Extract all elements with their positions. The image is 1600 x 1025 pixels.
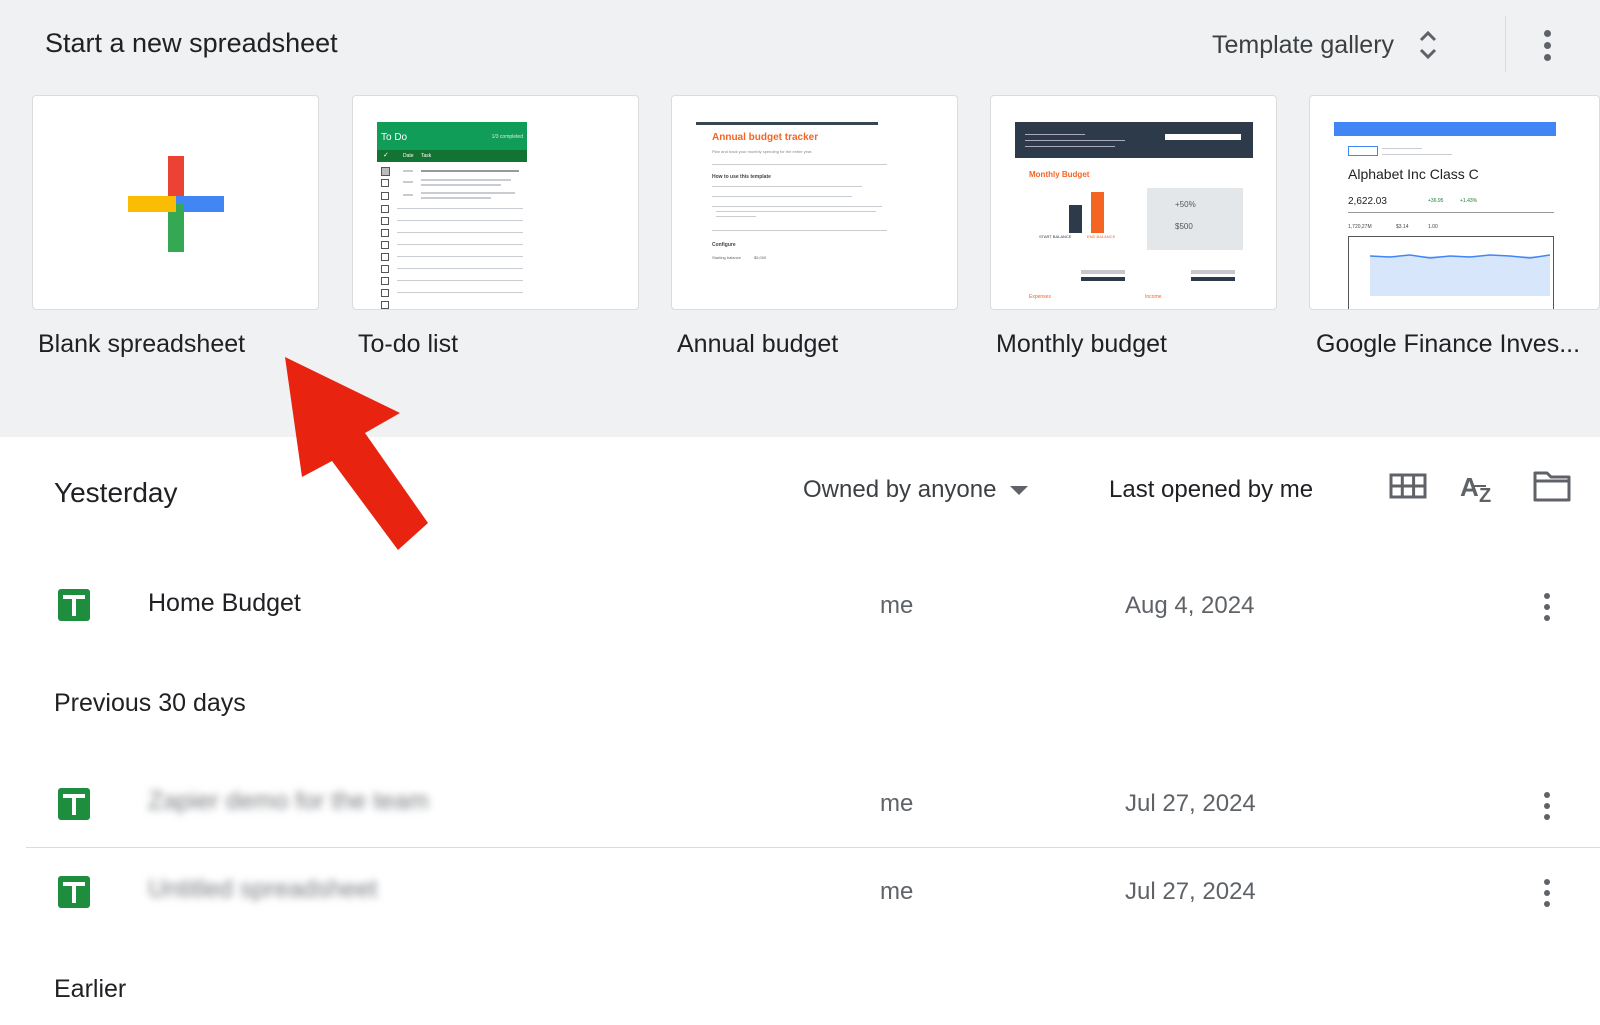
- template-label-blank[interactable]: Blank spreadsheet: [38, 330, 245, 359]
- template-gallery-label: Template gallery: [1212, 30, 1395, 59]
- file-owner: me: [880, 790, 914, 817]
- todo-thumb-title: To Do: [381, 132, 408, 143]
- finance-thumbnail: Alphabet Inc Class C 2,622.03 +36.95 +1.…: [1334, 122, 1556, 309]
- file-date: Aug 4, 2024: [1125, 592, 1255, 619]
- template-card-todo[interactable]: To Do 1/3 completed ✓ Date Task: [352, 95, 639, 310]
- annual-thumb-title: Annual budget tracker: [712, 132, 819, 143]
- grid-view-icon[interactable]: [1388, 466, 1428, 506]
- template-gallery-section: Start a new spreadsheet Template gallery…: [0, 0, 1600, 437]
- plus-icon: [128, 156, 224, 252]
- monthly-pct: +50%: [1175, 200, 1196, 209]
- monthly-expenses: Expenses: [1029, 294, 1051, 300]
- section-yesterday: Yesterday: [54, 477, 178, 508]
- file-more-options-icon[interactable]: [1530, 587, 1564, 627]
- finance-company: Alphabet Inc Class C: [1348, 166, 1479, 182]
- annual-starting-value: $5,000: [754, 255, 767, 260]
- owner-filter-label: Owned by anyone: [803, 476, 997, 503]
- todo-thumb-sub: 1/3 completed: [491, 134, 523, 140]
- file-name[interactable]: Home Budget: [148, 589, 301, 618]
- sort-last-opened-button[interactable]: Last opened by me: [1109, 470, 1313, 510]
- template-card-finance[interactable]: Alphabet Inc Class C 2,622.03 +36.95 +1.…: [1309, 95, 1600, 310]
- monthly-income: Income: [1145, 294, 1162, 300]
- template-card-monthly-budget[interactable]: Monthly Budget START BALANCE END BALANCE…: [990, 95, 1277, 310]
- monthly-budget-thumbnail: Monthly Budget START BALANCE END BALANCE…: [1015, 122, 1253, 309]
- file-name[interactable]: Zapier demo for the team: [148, 787, 429, 816]
- template-gallery-button[interactable]: Template gallery: [1212, 22, 1438, 68]
- file-more-options-icon[interactable]: [1530, 786, 1564, 826]
- finance-market-cap: 1,720,27M: [1348, 224, 1372, 230]
- unfold-icon: [1419, 30, 1437, 60]
- finance-price: 2,622.03: [1348, 196, 1387, 207]
- dropdown-arrow-icon: [1010, 485, 1029, 495]
- template-card-annual-budget[interactable]: Annual budget tracker Plan and track you…: [671, 95, 958, 310]
- annual-starting-label: Starting balance: [712, 255, 741, 260]
- more-options-icon[interactable]: [1530, 22, 1564, 68]
- section-earlier: Earlier: [54, 975, 127, 1003]
- row-divider: [26, 847, 1600, 848]
- finance-beta: 1.00: [1428, 224, 1438, 230]
- monthly-amount: $500: [1175, 222, 1193, 231]
- monthly-start-label: START BALANCE: [1039, 234, 1072, 239]
- annual-how-to: How to use this template: [712, 174, 771, 180]
- template-label-annual-budget[interactable]: Annual budget: [677, 330, 838, 359]
- section-title: Start a new spreadsheet: [45, 28, 338, 58]
- todo-thumbnail: To Do 1/3 completed ✓ Date Task: [377, 122, 527, 309]
- file-owner: me: [880, 878, 914, 905]
- template-card-blank[interactable]: [32, 95, 319, 310]
- owner-filter-dropdown[interactable]: Owned by anyone: [803, 470, 1029, 510]
- section-previous-30-days: Previous 30 days: [54, 689, 246, 717]
- sort-az-icon[interactable]: A Z: [1460, 466, 1500, 506]
- todo-col-task: Task: [421, 153, 432, 159]
- sheets-file-icon: [58, 876, 90, 908]
- finance-change-pct: +1.43%: [1460, 198, 1478, 204]
- monthly-thumb-title: Monthly Budget: [1029, 170, 1090, 179]
- svg-text:Z: Z: [1479, 485, 1491, 506]
- file-owner: me: [880, 592, 914, 619]
- annual-budget-thumbnail: Annual budget tracker Plan and track you…: [696, 122, 887, 309]
- todo-col-date: Date: [403, 153, 414, 159]
- annual-thumb-sub: Plan and track your monthly spending for…: [712, 149, 813, 154]
- file-more-options-icon[interactable]: [1530, 873, 1564, 913]
- file-date: Jul 27, 2024: [1125, 878, 1256, 905]
- finance-change: +36.95: [1428, 198, 1444, 204]
- folder-icon[interactable]: [1532, 466, 1572, 506]
- template-label-monthly-budget[interactable]: Monthly budget: [996, 330, 1167, 359]
- finance-pe: $3.14: [1396, 224, 1409, 230]
- annual-configure: Configure: [712, 242, 736, 248]
- sheets-file-icon: [58, 589, 90, 621]
- divider: [1505, 16, 1506, 72]
- sheets-file-icon: [58, 788, 90, 820]
- red-arrow-annotation: [285, 357, 428, 550]
- file-date: Jul 27, 2024: [1125, 790, 1256, 817]
- file-name[interactable]: Untitled spreadsheet: [148, 875, 377, 904]
- monthly-end-label: END BALANCE: [1087, 234, 1116, 239]
- template-label-finance[interactable]: Google Finance Inves...: [1316, 330, 1580, 359]
